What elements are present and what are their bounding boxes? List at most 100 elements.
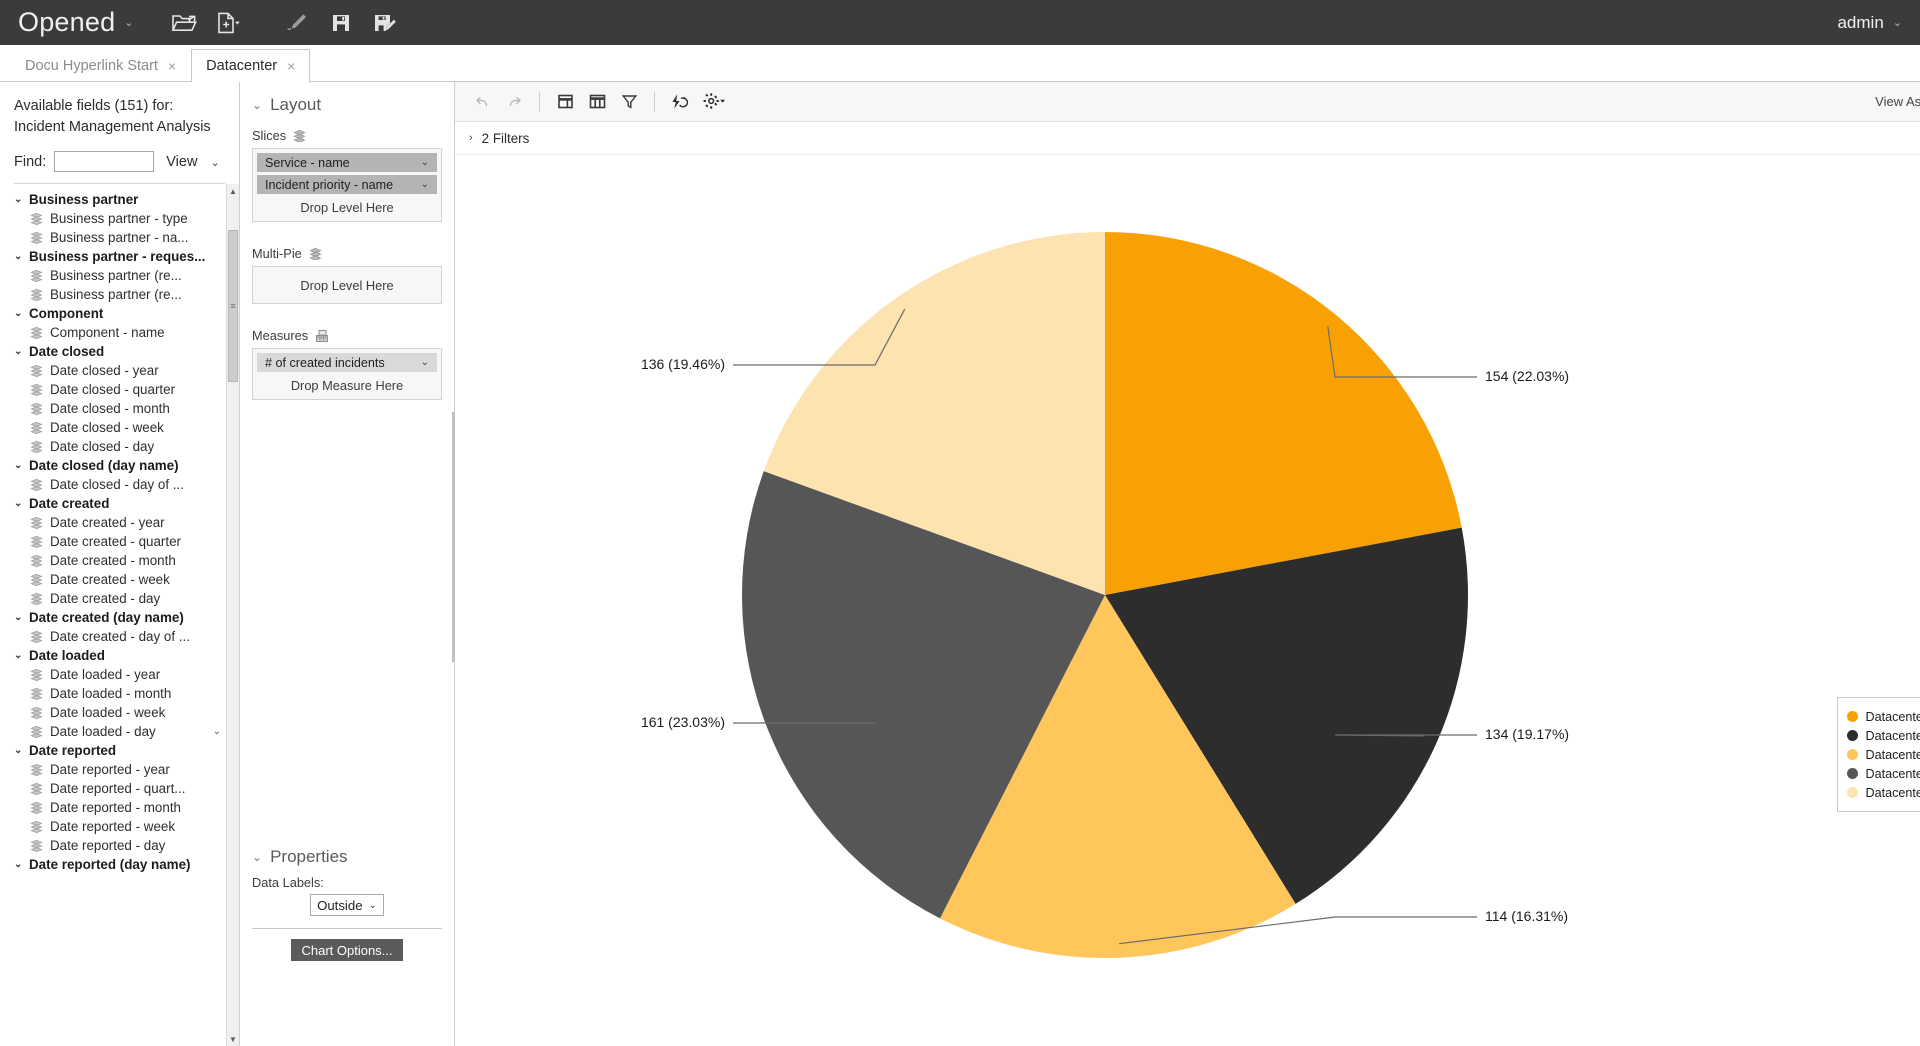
gear-icon[interactable]	[697, 87, 731, 117]
slices-pill-service-name[interactable]: Service - name ⌄	[257, 153, 437, 172]
tab-datacenter[interactable]: Datacenter ×	[191, 49, 311, 82]
pill-caret-icon[interactable]: ⌄	[421, 179, 429, 190]
save-icon[interactable]	[320, 0, 364, 45]
field-item-row[interactable]: Business partner (re...	[0, 285, 227, 304]
field-item-row[interactable]: Date closed - day	[0, 437, 227, 456]
field-group-row[interactable]: ⌄ Date loaded	[0, 646, 227, 665]
save-as-icon[interactable]	[364, 0, 408, 45]
field-item-row[interactable]: Date reported - year	[0, 760, 227, 779]
field-item-row[interactable]: Date closed - month	[0, 399, 227, 418]
field-item-row[interactable]: Date closed - day of ...	[0, 475, 227, 494]
field-item-row[interactable]: Date reported - day	[0, 836, 227, 855]
measures-pill-created-incidents[interactable]: # of created incidents ⌄	[257, 353, 437, 372]
scroll-down-arrow[interactable]: ▼	[227, 1032, 239, 1046]
field-item-row[interactable]: Date created - day	[0, 589, 227, 608]
tab-docu-hyperlink-start[interactable]: Docu Hyperlink Start ×	[10, 49, 191, 82]
scroll-up-arrow[interactable]: ▲	[227, 184, 239, 198]
field-group-row[interactable]: ⌄ Date created	[0, 494, 227, 513]
scrollbar-thumb[interactable]: ≡	[228, 230, 238, 382]
field-item-row[interactable]: Business partner - na...	[0, 228, 227, 247]
tab-close-icon[interactable]: ×	[168, 58, 176, 74]
undo-icon[interactable]	[467, 87, 497, 117]
new-document-icon[interactable]	[206, 0, 250, 45]
field-item-row[interactable]: Date created - quarter	[0, 532, 227, 551]
group-collapse-chevron-icon[interactable]: ⌄	[14, 859, 26, 870]
view-menu-button[interactable]: View ⌄	[166, 154, 219, 170]
field-item-row[interactable]: Date loaded - year	[0, 665, 227, 684]
legend-item[interactable]: Datacenter~1 Critical	[1846, 707, 1920, 726]
slices-dropzone[interactable]: Service - name ⌄ Incident priority - nam…	[252, 148, 442, 222]
field-item-row[interactable]: Date reported - week	[0, 817, 227, 836]
field-menu-chevron-icon[interactable]: ⌄	[213, 726, 221, 737]
field-item-row[interactable]: Date loaded - month	[0, 684, 227, 703]
field-item-row[interactable]: Date closed - week	[0, 418, 227, 437]
user-menu[interactable]: admin ⌄	[1837, 13, 1902, 33]
group-collapse-chevron-icon[interactable]: ⌄	[14, 346, 26, 357]
open-folder-icon[interactable]	[162, 0, 206, 45]
columns-layout-icon[interactable]	[582, 87, 612, 117]
field-item-row[interactable]: Date loaded - week	[0, 703, 227, 722]
panel-layout-icon[interactable]	[550, 87, 580, 117]
group-collapse-chevron-icon[interactable]: ⌄	[14, 460, 26, 471]
field-group-row[interactable]: ⌄ Date closed	[0, 342, 227, 361]
field-group-row[interactable]: ⌄ Business partner - reques...	[0, 247, 227, 266]
group-collapse-chevron-icon[interactable]: ⌄	[14, 251, 26, 262]
slices-pill-incident-priority-name[interactable]: Incident priority - name ⌄	[257, 175, 437, 194]
field-group-row[interactable]: ⌄ Business partner	[0, 190, 227, 209]
app-title-dropdown-caret[interactable]: ⌄	[124, 16, 133, 29]
tab-close-icon[interactable]: ×	[287, 58, 295, 74]
group-collapse-chevron-icon[interactable]: ⌄	[14, 498, 26, 509]
group-collapse-chevron-icon[interactable]: ⌄	[14, 308, 26, 319]
lightning-refresh-icon[interactable]	[665, 87, 695, 117]
field-item-row[interactable]: Component - name	[0, 323, 227, 342]
field-group-row[interactable]: ⌄ Date reported (day name)	[0, 855, 227, 874]
group-collapse-chevron-icon[interactable]: ⌄	[14, 194, 26, 205]
layout-section-header[interactable]: ⌄ Layout	[252, 82, 442, 123]
field-group-row[interactable]: ⌄ Date reported	[0, 741, 227, 760]
legend-item[interactable]: Datacenter~5 Planning	[1846, 783, 1920, 802]
group-collapse-chevron-icon[interactable]: ⌄	[14, 650, 26, 661]
field-item-row[interactable]: Business partner (re...	[0, 266, 227, 285]
field-item-row[interactable]: Date closed - quarter	[0, 380, 227, 399]
filter-expand-chevron-icon[interactable]: ›	[469, 132, 473, 144]
multipie-dropzone[interactable]: Drop Level Here	[252, 266, 442, 304]
field-item-row[interactable]: Date reported - month	[0, 798, 227, 817]
cube-icon	[30, 269, 43, 282]
legend-color-swatch	[1846, 768, 1858, 779]
cube-icon	[30, 535, 43, 548]
legend-item[interactable]: Datacenter~2 High	[1846, 726, 1920, 745]
field-item-row[interactable]: Date reported - quart...	[0, 779, 227, 798]
field-label: Date closed - day of ...	[50, 477, 184, 492]
field-item-row[interactable]: Date created - day of ...	[0, 627, 227, 646]
legend-item[interactable]: Datacenter~4 Low	[1846, 764, 1920, 783]
chart-options-button[interactable]: Chart Options...	[291, 939, 403, 961]
filter-bar[interactable]: › 2 Filters	[455, 122, 1920, 155]
field-item-row[interactable]: Date created - month	[0, 551, 227, 570]
legend-item[interactable]: Datacenter~3 Medium	[1846, 745, 1920, 764]
fields-tree[interactable]: ⌄ Business partner Business partner - type…	[0, 184, 227, 1046]
field-item-row[interactable]: Date created - year	[0, 513, 227, 532]
data-labels-select[interactable]: Outside ⌄	[310, 894, 384, 916]
field-item-row[interactable]: Date closed - year	[0, 361, 227, 380]
field-label: Date loaded	[29, 648, 105, 663]
group-collapse-chevron-icon[interactable]: ⌄	[14, 745, 26, 756]
pill-caret-icon[interactable]: ⌄	[421, 157, 429, 168]
edit-pencil-icon[interactable]	[276, 0, 320, 45]
pie-chart[interactable]	[455, 155, 1920, 1045]
field-item-row[interactable]: Date loaded - day ⌄	[0, 722, 227, 741]
group-collapse-chevron-icon[interactable]: ⌄	[14, 612, 26, 623]
legend-color-swatch	[1846, 787, 1858, 798]
properties-section-header[interactable]: ⌄ Properties	[252, 847, 442, 875]
field-group-row[interactable]: ⌄ Component	[0, 304, 227, 323]
filter-funnel-icon[interactable]	[614, 87, 644, 117]
field-group-row[interactable]: ⌄ Date created (day name)	[0, 608, 227, 627]
fields-scrollbar[interactable]: ▲ ≡ ▼	[226, 184, 239, 1046]
field-group-row[interactable]: ⌄ Date closed (day name)	[0, 456, 227, 475]
measures-dropzone[interactable]: # of created incidents ⌄ Drop Measure He…	[252, 348, 442, 400]
field-item-row[interactable]: Business partner - type	[0, 209, 227, 228]
pill-caret-icon[interactable]: ⌄	[421, 357, 429, 368]
find-input[interactable]	[54, 151, 155, 172]
redo-icon[interactable]	[499, 87, 529, 117]
pie-leader-line	[1334, 734, 1477, 737]
field-item-row[interactable]: Date created - week	[0, 570, 227, 589]
